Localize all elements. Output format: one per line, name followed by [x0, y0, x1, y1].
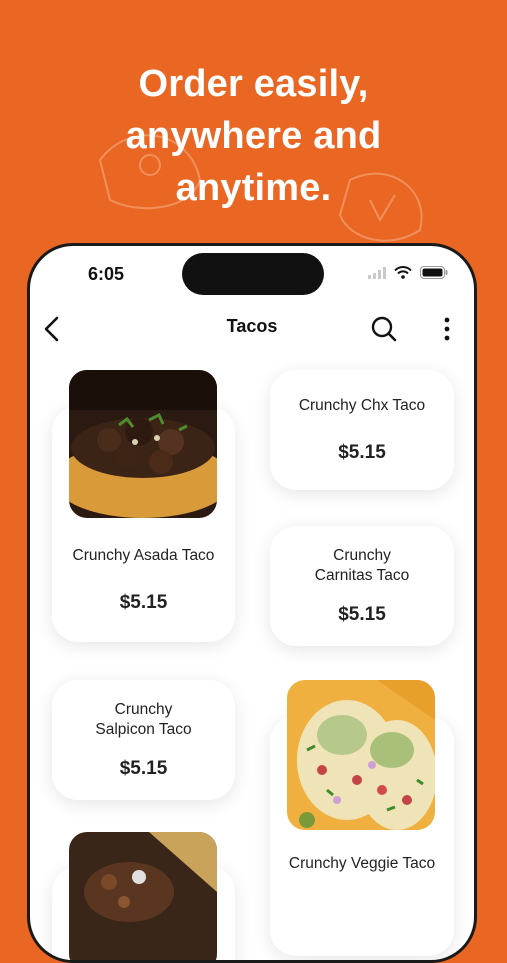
phone-frame: 6:05 Tacos Crunchy Asada Taco $5.15 Crun…	[27, 243, 477, 963]
item-name: Crunchy Asada Taco	[72, 547, 215, 564]
page-title: Tacos	[226, 316, 278, 336]
item-name: Crunchy Veggie Taco	[288, 855, 436, 872]
item-name: Crunchy Chx Taco	[298, 397, 426, 414]
dynamic-island	[182, 253, 324, 295]
status-time: 6:05	[88, 264, 125, 284]
promo-headline: Order easily, anywhere and anytime.	[0, 58, 507, 214]
more-options-icon[interactable]	[440, 316, 454, 342]
item-price: $5.15	[338, 604, 386, 625]
status-icons	[368, 266, 448, 279]
item-name: Crunchy Carnitas Taco	[270, 546, 454, 586]
promo-line-2: anywhere and	[125, 115, 382, 157]
item-price: $5.15	[338, 442, 386, 463]
asada-taco-image	[69, 370, 217, 518]
menu-item-card-carnitas[interactable]: Crunchy Carnitas Taco $5.15	[270, 526, 454, 646]
item-name-line-2: Salpicon Taco	[95, 721, 192, 738]
wifi-icon	[394, 266, 412, 279]
item-price: $5.15	[119, 758, 168, 779]
cellular-signal-icon	[368, 266, 386, 279]
menu-item-card-chx[interactable]: Crunchy Chx Taco $5.15	[270, 370, 454, 490]
promo-line-1: Order easily,	[138, 63, 369, 105]
menu-item-card-salpicon[interactable]: Crunchy Salpicon Taco $5.15	[52, 680, 235, 800]
promo-line-3: anytime.	[175, 167, 332, 209]
item-name-line-2: Carnitas Taco	[314, 567, 410, 584]
item-name-line-1: Crunchy	[333, 547, 391, 564]
status-bar: 6:05	[30, 246, 474, 296]
item-name-line-1: Crunchy	[114, 701, 173, 718]
veggie-taco-image	[287, 680, 435, 830]
nav-bar: Tacos	[30, 308, 474, 348]
battery-icon	[420, 266, 448, 279]
search-icon[interactable]	[370, 315, 398, 343]
partial-taco-image	[69, 832, 217, 960]
item-name: Crunchy Salpicon Taco	[52, 700, 235, 740]
item-price: $5.15	[119, 592, 168, 613]
